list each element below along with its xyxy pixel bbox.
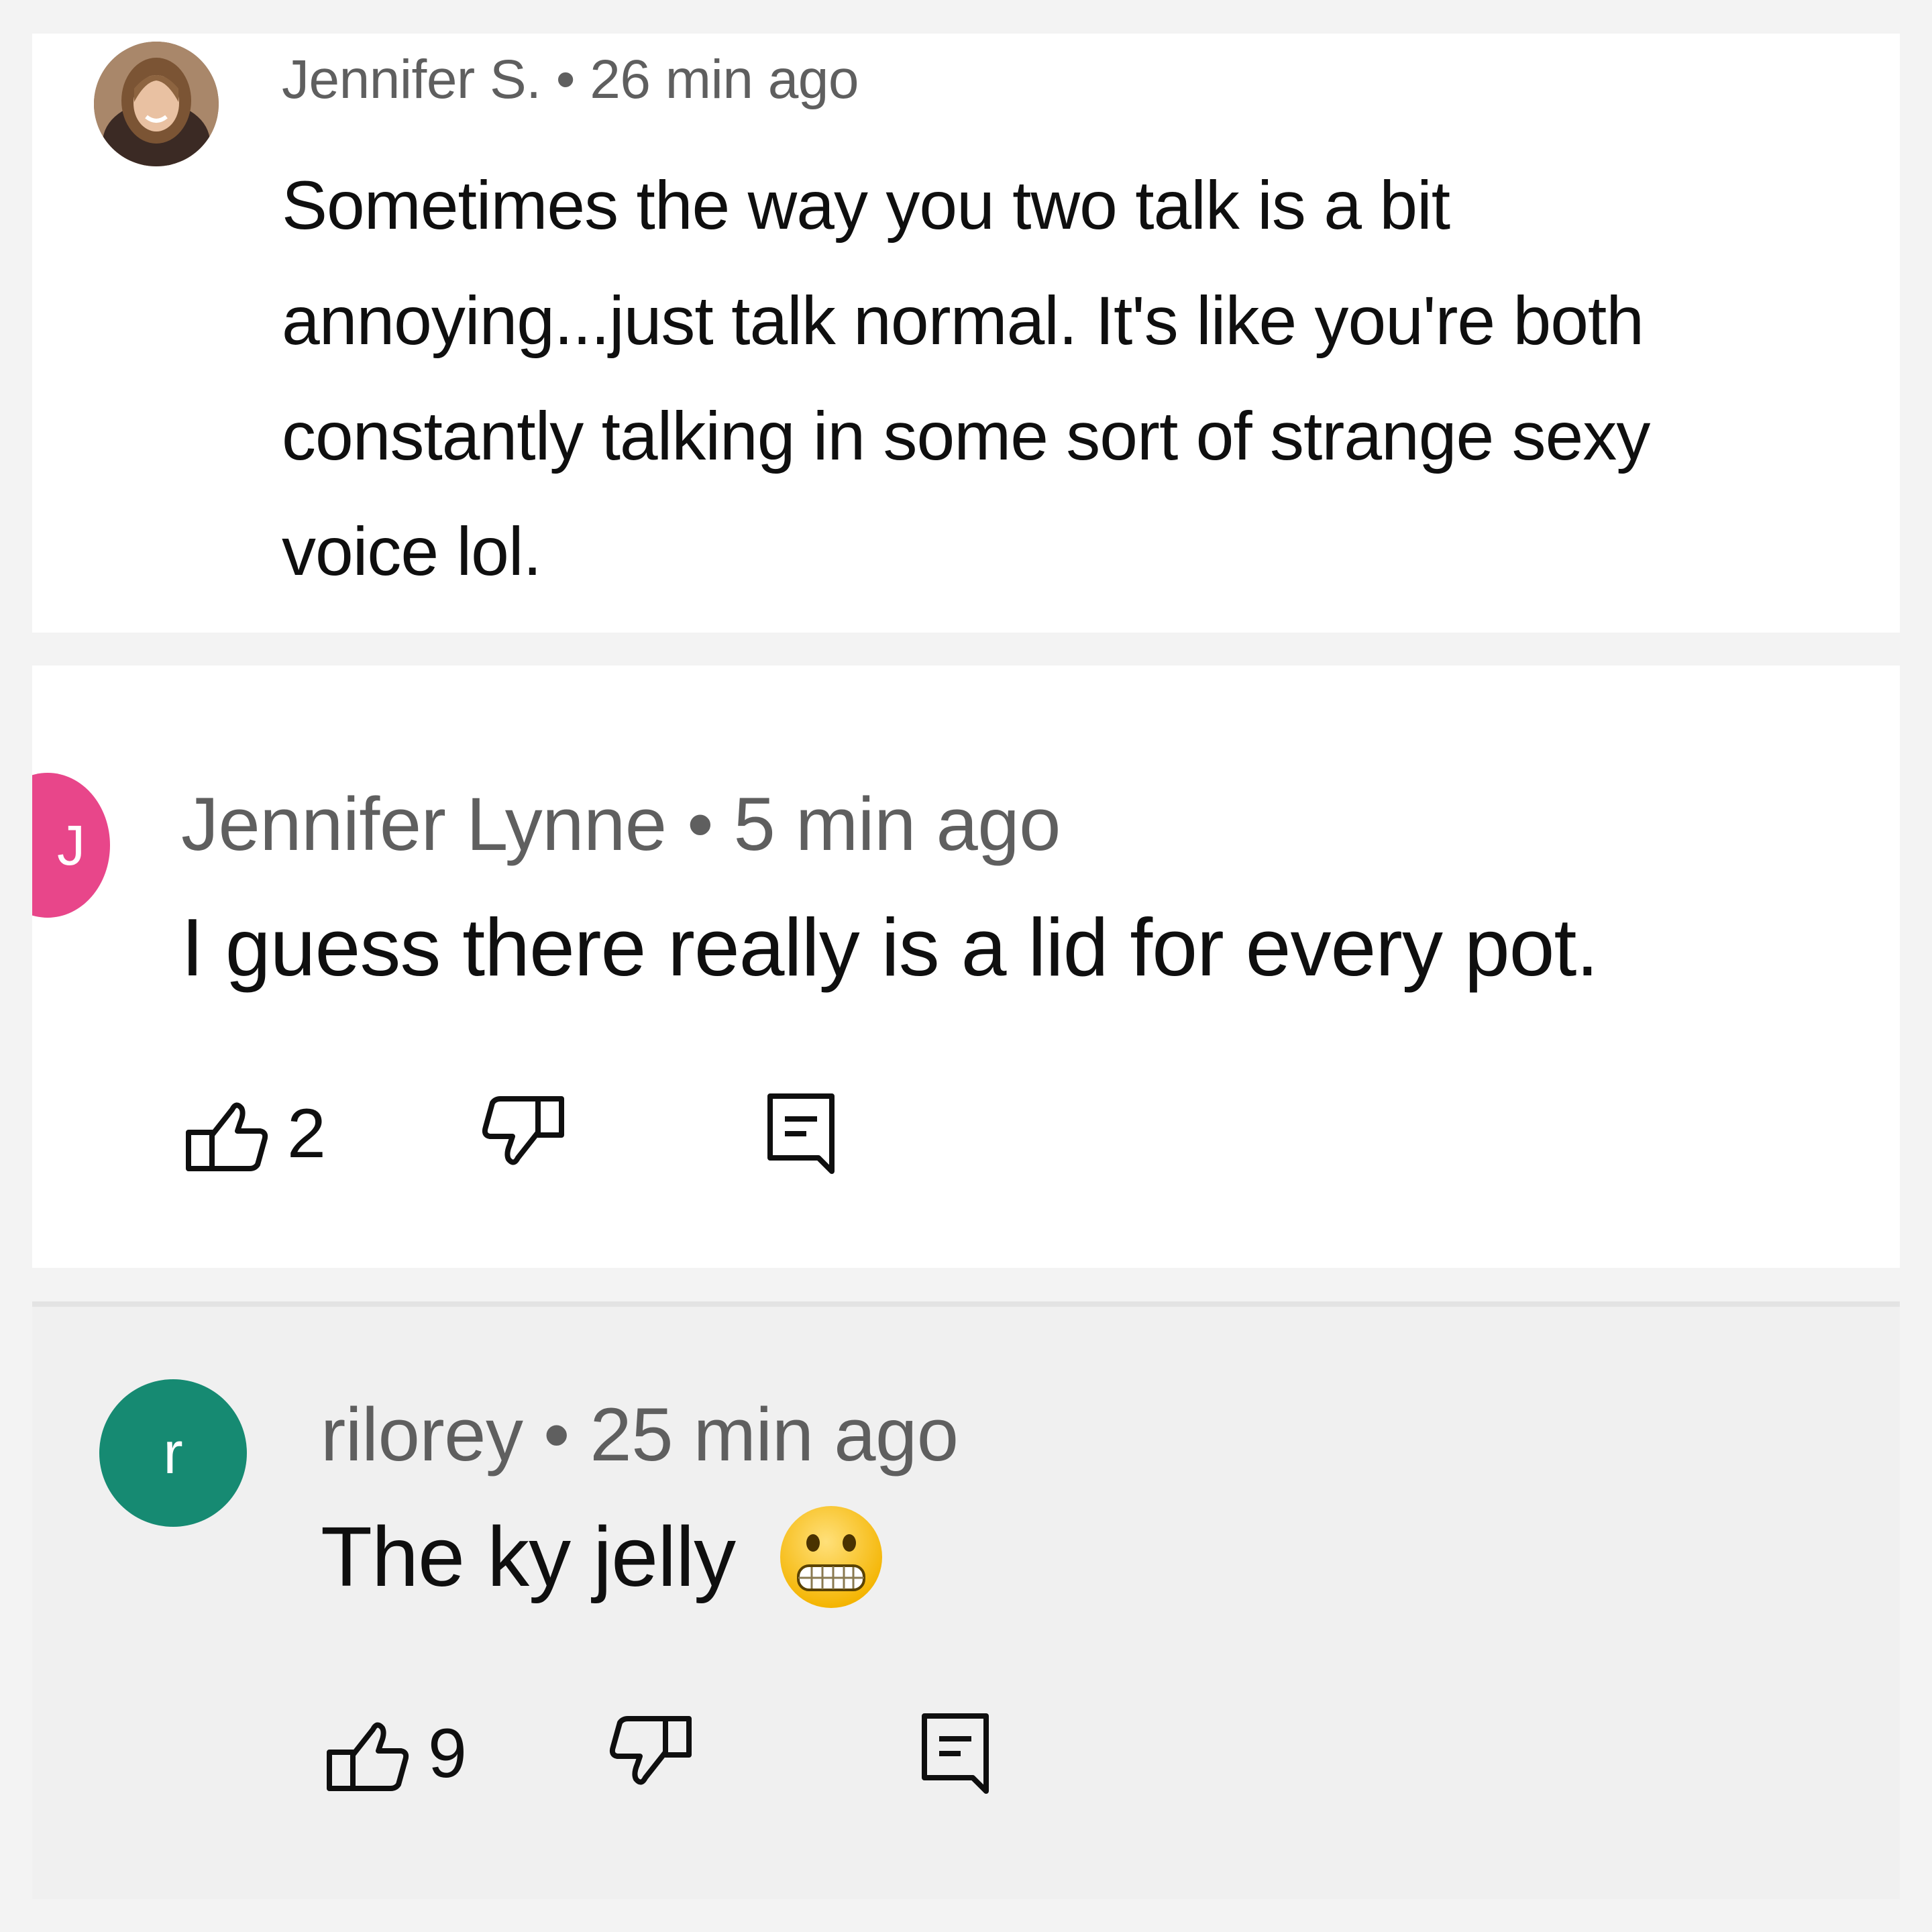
comment-meta: rilorey • 25 min ago [321,1391,959,1478]
meta-separator: • [543,1393,570,1477]
grimacing-face-icon [780,1505,883,1608]
comment-card: r rilorey • 25 min ago The ky jelly 9 [32,1301,1900,1899]
dislike-button[interactable] [608,1713,692,1794]
comment-card: J Jennifer Lynne • 5 min ago I guess the… [32,665,1900,1268]
avatar[interactable]: J [32,773,110,918]
comment-actions: 2 [185,1092,836,1175]
author-name[interactable]: rilorey [321,1393,523,1477]
comment-card: Jennifer S. • 26 min ago Sometimes the w… [32,34,1900,633]
thumbs-up-icon [327,1722,409,1791]
meta-separator: • [687,782,713,866]
meta-separator: • [555,49,576,110]
thumbs-down-icon [609,1716,692,1785]
avatar[interactable] [94,42,219,166]
author-name[interactable]: Jennifer Lynne [181,782,667,866]
timestamp: 5 min ago [733,782,1061,866]
profile-photo [94,42,219,166]
avatar[interactable]: r [99,1379,247,1527]
avatar-letter: r [163,1419,183,1486]
reply-button[interactable] [920,1712,990,1795]
comment-meta: Jennifer Lynne • 5 min ago [181,781,1061,867]
comment-text-content: The ky jelly [321,1509,736,1604]
dislike-button[interactable] [480,1093,565,1174]
reply-comment-icon [767,1093,835,1174]
avatar-letter: J [57,813,85,877]
author-name[interactable]: Jennifer S. [282,49,541,110]
like-button[interactable]: 9 [326,1713,467,1794]
reply-button[interactable] [766,1092,836,1175]
timestamp: 26 min ago [590,49,859,110]
thumbs-up-icon [186,1102,268,1171]
comment-meta: Jennifer S. • 26 min ago [282,48,859,111]
comment-text: I guess there really is a lid for every … [181,902,1599,993]
comment-actions: 9 [326,1712,990,1795]
like-count: 9 [428,1714,467,1792]
timestamp: 25 min ago [590,1393,959,1477]
like-count: 2 [287,1094,326,1173]
reply-comment-icon [921,1713,989,1794]
like-button[interactable]: 2 [185,1093,326,1174]
thumbs-down-icon [482,1096,564,1165]
comment-text: The ky jelly [321,1505,1864,1610]
comment-text: Sometimes the way you two talk is a bit … [282,167,1650,590]
